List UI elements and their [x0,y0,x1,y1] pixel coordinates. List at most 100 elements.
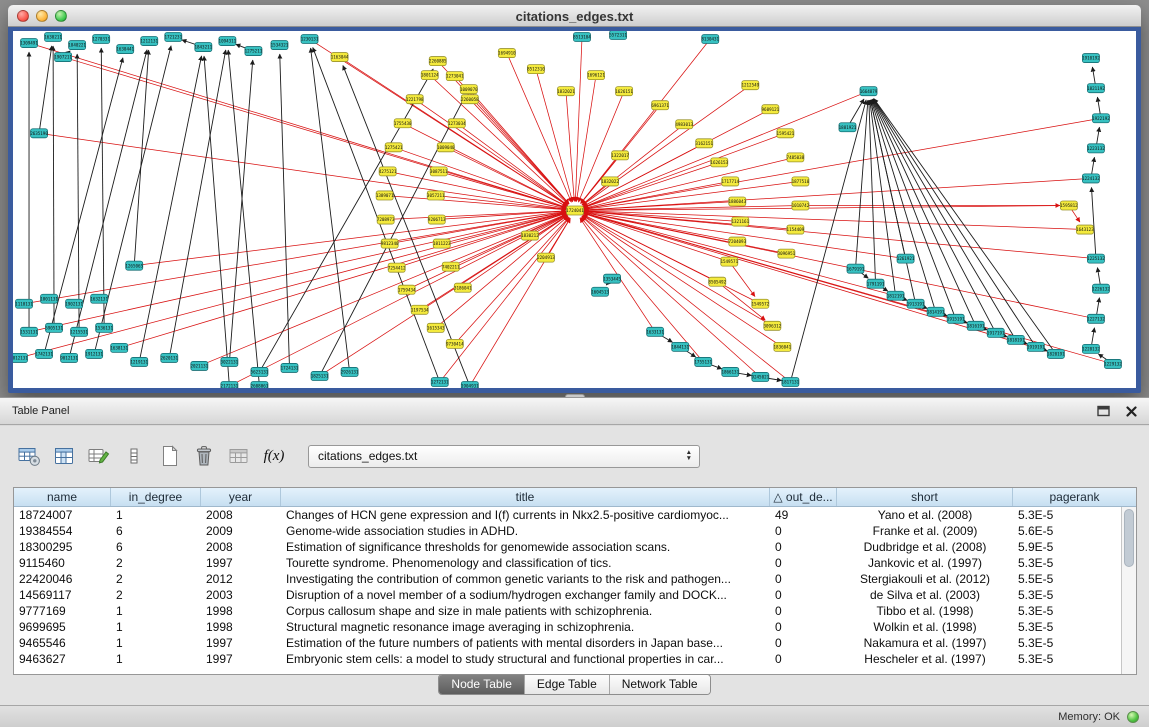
graph-node[interactable]: 1226132 [1092,284,1110,293]
edit-table-button[interactable] [86,443,112,469]
graph-node[interactable]: 8130431 [701,35,719,44]
graph-node[interactable]: 8513104 [573,33,591,42]
graph-node[interactable]: 4983013 [675,120,693,129]
graph-node[interactable]: 1886043 [728,197,746,206]
float-panel-icon[interactable] [1095,403,1111,419]
graph-node[interactable]: 1322017 [611,151,629,160]
column-header-in_degree[interactable]: in_degree [111,488,201,506]
graph-node[interactable]: 1717714 [721,177,739,186]
graph-node[interactable]: 1630441 [116,45,134,54]
graph-node[interactable]: 1679191 [847,264,865,273]
table-row[interactable]: 946554611997Estimation of the future num… [14,635,1121,651]
window-titlebar[interactable]: citations_edges.txt [8,5,1141,27]
close-panel-icon[interactable] [1123,403,1139,419]
graph-node[interactable]: 1821192 [1087,84,1105,93]
graph-node[interactable]: 1389071 [376,191,394,200]
graph-node[interactable]: 2021131 [191,361,209,370]
graph-node[interactable]: 1817131 [782,377,800,386]
graph-node[interactable]: 1224132 [1082,174,1100,183]
graph-node[interactable]: 1913191 [907,299,925,308]
graph-node[interactable]: 1881921 [839,123,857,132]
minimize-window-button[interactable] [36,10,48,22]
tab-edge-table[interactable]: Edge Table [524,675,609,694]
graph-node[interactable]: 1212549 [741,81,759,90]
graph-node[interactable]: 1009070 [460,85,478,94]
tab-node-table[interactable]: Node Table [439,675,524,694]
current-table-select[interactable]: citations_edges.txt▲▼ [308,445,700,468]
graph-node[interactable]: 1265065 [125,261,143,270]
graph-node[interactable]: 1273034 [448,119,466,128]
graph-node[interactable]: 1742131 [35,349,53,358]
graph-node[interactable]: 7485038 [787,153,805,162]
table-scrollbar-thumb[interactable] [1124,509,1134,567]
graph-node[interactable]: 1866131 [721,367,739,376]
column-header-out_de[interactable]: △ out_de... [770,488,837,506]
graph-node[interactable]: 1223132 [1087,144,1105,153]
import-table-button[interactable] [226,443,252,469]
graph-node[interactable]: 1643123 [1076,225,1094,234]
table-row[interactable]: 969969511998Structural magnetic resonanc… [14,619,1121,635]
column-header-short[interactable]: short [837,488,1013,506]
graph-node[interactable]: 1917191 [987,328,1005,337]
graph-node[interactable]: 1595812 [1060,201,1078,210]
graph-node[interactable]: 3022131 [221,357,239,366]
graph-node[interactable]: 6961371 [651,101,669,110]
graph-node[interactable]: 1221798 [406,95,424,104]
graph-node[interactable]: 2926131 [341,367,359,376]
graph-node[interactable]: 1721231 [164,33,182,42]
graph-node[interactable]: 1638131 [110,343,128,352]
graph-node[interactable]: 1110131 [15,299,33,308]
graph-node[interactable]: 1353445 [603,274,621,283]
graph-node[interactable]: 2260058 [461,95,479,104]
graph-node[interactable]: 1632131 [90,294,108,303]
column-header-year[interactable]: year [201,488,281,506]
graph-node[interactable]: 8512310 [527,65,545,74]
graph-node[interactable]: 1626153 [710,158,728,167]
graph-node[interactable]: 2635190 [30,129,48,138]
function-builder-button[interactable]: f(x) [261,443,287,469]
table-row[interactable]: 977716911998Corpus callosum shape and si… [14,603,1121,619]
graph-node[interactable]: 1696121 [587,71,605,80]
tab-network-table[interactable]: Network Table [609,675,710,694]
graph-node[interactable]: 1633131 [646,327,664,336]
graph-node[interactable]: 1219131 [130,357,148,366]
graph-node[interactable]: 1261921 [897,254,915,263]
graph-node[interactable]: 1843211 [195,43,213,52]
graph-node[interactable]: 7254412 [388,263,406,272]
graph-node[interactable]: 3087511 [430,167,448,176]
graph-node[interactable]: 2204913 [537,253,555,262]
graph-node[interactable]: 4275121 [379,167,397,176]
graph-node[interactable]: 1275211 [245,47,263,56]
column-header-title[interactable]: title [281,488,770,506]
graph-node[interactable]: 1630211 [44,33,62,42]
graph-node[interactable]: 1212131 [140,37,158,46]
graph-node[interactable]: 1825131 [311,371,329,380]
graph-node[interactable]: 2608061 [251,381,269,388]
graph-node[interactable]: 1912131 [85,349,103,358]
graph-node[interactable]: 1755131 [694,357,712,366]
graph-node[interactable]: 1604513 [591,287,609,296]
table-row[interactable]: 946362711997Embryonic stem cells: a mode… [14,651,1121,667]
graph-node[interactable]: 1009040 [437,143,455,152]
graph-node[interactable]: 1228132 [1082,344,1100,353]
graph-node[interactable]: 1844131 [671,342,689,351]
graph-node[interactable]: 1877510 [792,177,810,186]
graph-node[interactable]: 1791191 [867,279,885,288]
graph-node[interactable]: 9245021 [752,372,770,381]
graph-node[interactable]: 1812191 [887,291,905,300]
graph-node[interactable]: 3096312 [764,321,782,330]
rows-button[interactable] [121,443,147,469]
close-window-button[interactable] [17,10,29,22]
graph-node[interactable]: 1840221 [68,41,86,50]
graph-node[interactable]: 1549572 [752,299,770,308]
table-scrollbar[interactable] [1121,507,1136,674]
graph-node[interactable]: 1836041 [774,342,792,351]
table-options-button[interactable] [16,443,42,469]
graph-node[interactable]: 1922192 [1092,114,1110,123]
graph-node[interactable]: 1163044 [331,53,349,62]
graph-node[interactable]: 1272131 [431,377,449,386]
graph-node[interactable]: 1694910 [498,49,516,58]
graph-node[interactable]: 5572311 [609,31,627,40]
graph-node[interactable]: 1910192 [1082,54,1100,63]
graph-node[interactable]: 1907211 [54,53,72,62]
